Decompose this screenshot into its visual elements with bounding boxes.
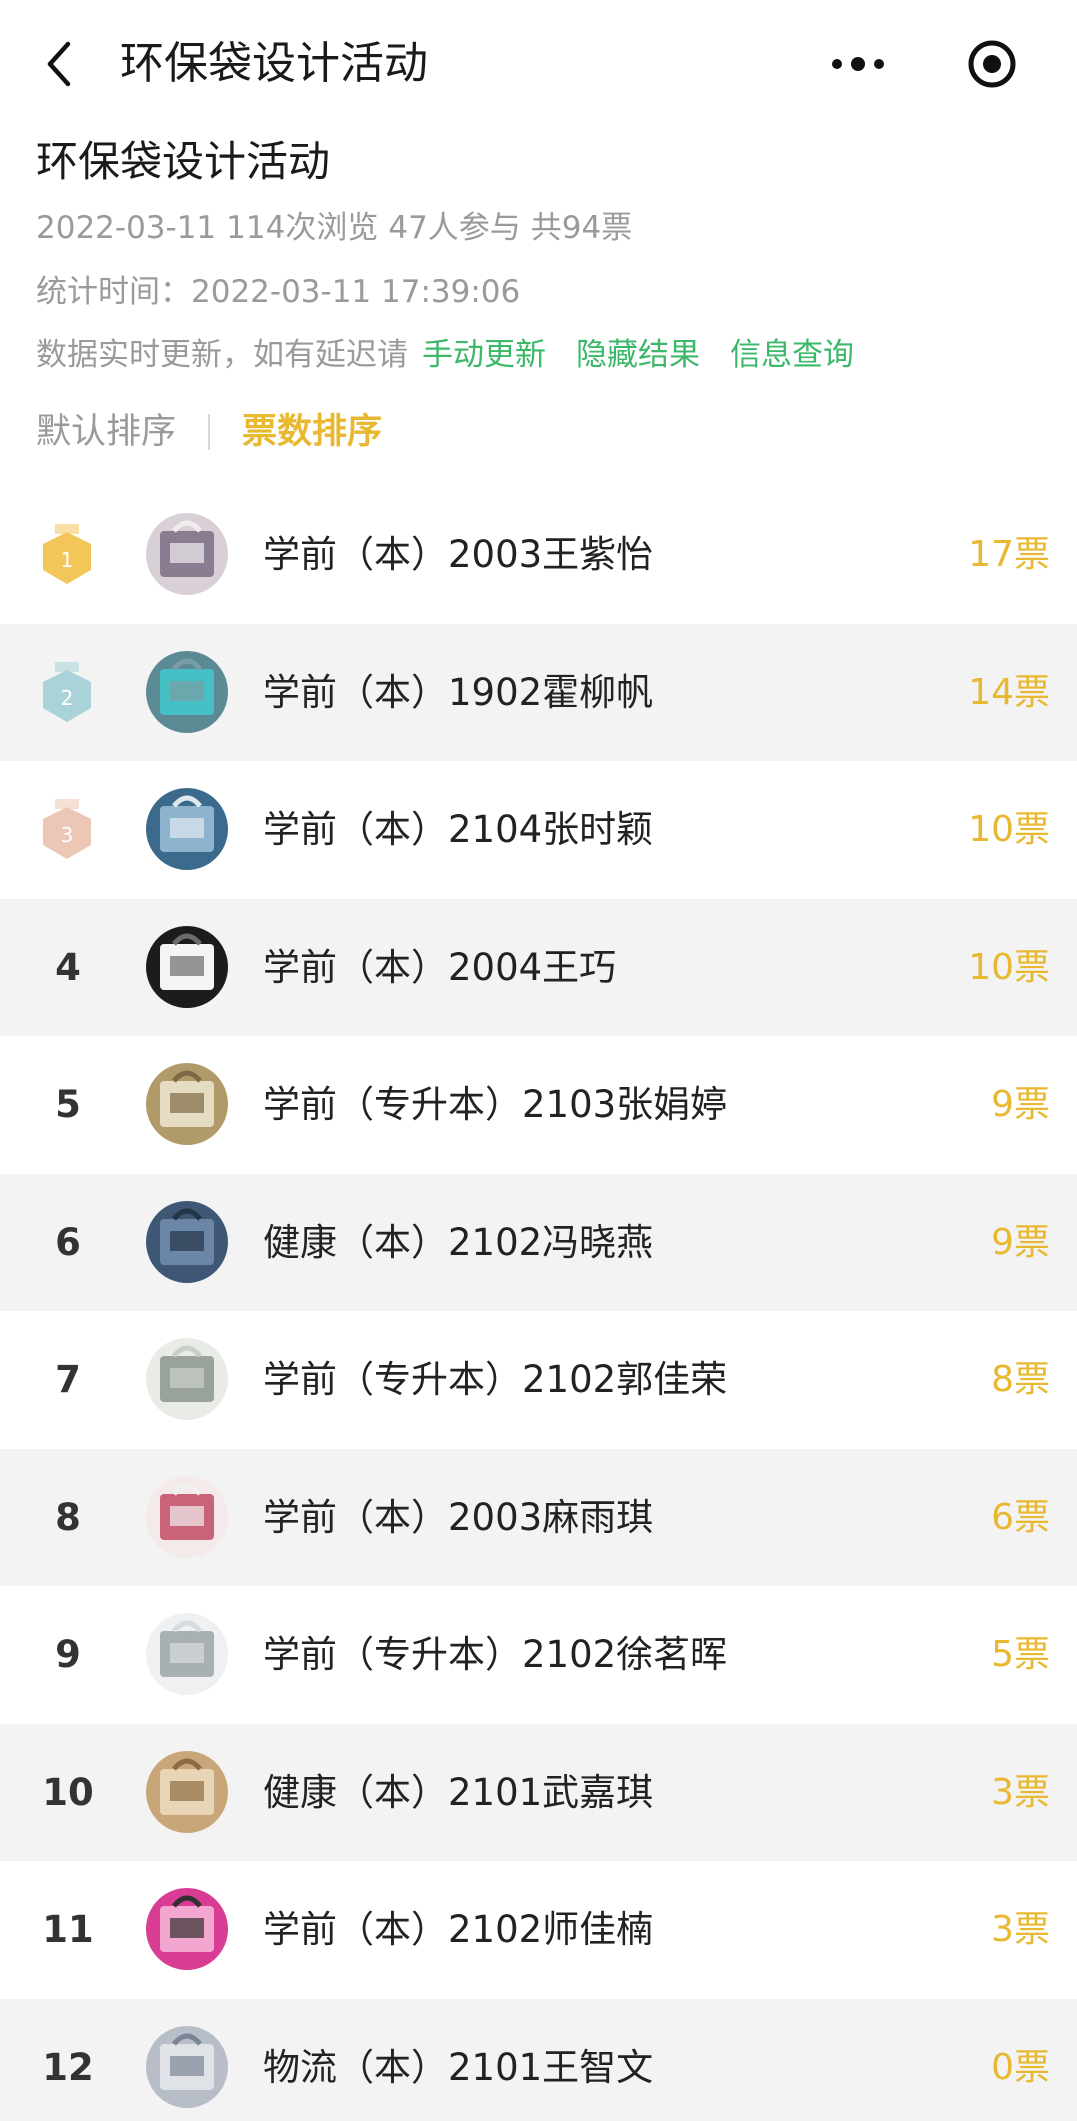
rank-number: 9 — [55, 1633, 81, 1676]
medal-rank-number: 1 — [61, 548, 74, 572]
avatar[interactable] — [146, 1475, 228, 1558]
vote-ranking-page: 环保袋设计活动 环保袋设计活动 2022-03-11 114次浏览 47人参与 共94… — [0, 0, 1077, 2121]
ranking-row[interactable]: 6 健康（本）2102冯晓燕 9票 — [0, 1173, 1077, 1311]
activity-stats: 2022-03-11 114次浏览 47人参与 共94票 — [36, 206, 642, 250]
participant-name: 健康（本）2102冯晓燕 — [263, 1220, 654, 1264]
participant-name: 学前（本）2003麻雨琪 — [263, 1495, 654, 1539]
rank-number: 6 — [55, 1220, 81, 1264]
participant-name: 物流（本）2101王智文 — [263, 2045, 654, 2089]
rank-number: 7 — [55, 1358, 81, 1401]
sort-divider — [208, 414, 211, 450]
ranking-list: 1 学前（本）2003王紫怡 17票 2 学前（本）1902霍柳帆 14票 3 学前（本）21… — [0, 486, 1077, 2121]
avatar[interactable] — [146, 788, 228, 870]
vote-count: 3票 — [991, 1771, 1050, 1813]
participant-name: 学前（本）2102师佳楠 — [263, 1908, 654, 1951]
avatar[interactable] — [146, 1750, 228, 1833]
view-count: 114次浏览 — [226, 210, 379, 246]
participant-name: 学前（本）2003王紫怡 — [263, 533, 654, 576]
ranking-row[interactable]: 1 学前（本）2003王紫怡 17票 — [0, 486, 1077, 624]
participant-name: 学前（专升本）2102郭佳荣 — [263, 1358, 728, 1401]
vote-count: 17票 — [968, 534, 1050, 575]
stat-time: 统计时间：2022-03-11 17:39:06 — [36, 274, 521, 310]
nav-title: 环保袋设计活动 — [120, 38, 428, 89]
avatar[interactable] — [146, 1613, 228, 1695]
target-circle-icon[interactable] — [966, 38, 1018, 90]
ranking-row[interactable]: 8 学前（本）2003麻雨琪 6票 — [0, 1448, 1077, 1586]
vote-count: 9票 — [991, 1084, 1050, 1125]
vote-count: 10票 — [968, 809, 1050, 850]
participant-count: 47人参与 — [388, 210, 521, 246]
notice-text: 数据实时更新，如有延迟请 — [36, 337, 408, 373]
ranking-row[interactable]: 5 学前（专升本）2103张娟婷 9票 — [0, 1036, 1077, 1174]
vote-count: 14票 — [968, 671, 1050, 713]
update-notice: 数据实时更新，如有延迟请 手动更新 隐藏结果 信息查询 — [36, 333, 870, 377]
ranking-row[interactable]: 7 学前（专升本）2102郭佳荣 8票 — [0, 1311, 1077, 1449]
ranking-row[interactable]: 11 学前（本）2102师佳楠 3票 — [0, 1861, 1077, 1999]
tab-votes-sort[interactable]: 票数排序 — [242, 405, 382, 459]
rank-number: 12 — [42, 2045, 94, 2089]
medal-rank-number: 3 — [61, 823, 74, 847]
activity-title: 环保袋设计活动 — [36, 137, 331, 186]
avatar[interactable] — [146, 1200, 228, 1283]
vote-count: 9票 — [991, 1221, 1050, 1263]
manual-refresh-link[interactable]: 手动更新 — [422, 337, 546, 373]
avatar[interactable] — [146, 1063, 228, 1145]
ranking-row[interactable]: 10 健康（本）2101武嘉琪 3票 — [0, 1723, 1077, 1861]
info-query-link[interactable]: 信息查询 — [730, 337, 854, 373]
ranking-row[interactable]: 2 学前（本）1902霍柳帆 14票 — [0, 623, 1077, 761]
vote-count: 0票 — [991, 2046, 1050, 2088]
back-chevron-icon[interactable] — [36, 36, 86, 92]
participant-name: 学前（本）2104张时颖 — [263, 808, 654, 851]
avatar[interactable] — [146, 2025, 228, 2108]
vote-count: 5票 — [991, 1634, 1050, 1675]
sort-tabs: 默认排序 票数排序 — [36, 405, 382, 459]
ranking-row[interactable]: 3 学前（本）2104张时颖 10票 — [0, 761, 1077, 899]
participant-name: 学前（专升本）2103张娟婷 — [263, 1083, 728, 1126]
rank-number: 8 — [55, 1495, 81, 1539]
vote-count: 8票 — [991, 1359, 1050, 1400]
avatar[interactable] — [146, 925, 228, 1008]
silver-medal-icon: 2 — [38, 660, 96, 726]
hide-results-link[interactable]: 隐藏结果 — [576, 337, 700, 373]
total-votes: 共94票 — [530, 210, 633, 246]
rank-number: 11 — [42, 1908, 94, 1951]
avatar[interactable] — [146, 650, 228, 733]
participant-name: 学前（本）1902霍柳帆 — [263, 670, 654, 714]
ranking-row[interactable]: 4 学前（本）2004王巧 10票 — [0, 898, 1077, 1036]
ranking-row[interactable]: 9 学前（专升本）2102徐茗晖 5票 — [0, 1586, 1077, 1724]
avatar[interactable] — [146, 513, 228, 595]
vote-count: 10票 — [968, 946, 1050, 988]
medal-rank-number: 2 — [61, 686, 74, 710]
ranking-row[interactable]: 12 物流（本）2101王智文 0票 — [0, 1998, 1077, 2121]
rank-number: 5 — [55, 1083, 81, 1126]
participant-name: 健康（本）2101武嘉琪 — [263, 1770, 654, 1814]
gold-medal-icon: 1 — [38, 522, 96, 588]
tab-default-sort[interactable]: 默认排序 — [36, 405, 176, 459]
vote-count: 6票 — [991, 1496, 1050, 1538]
avatar[interactable] — [146, 1888, 228, 1970]
bronze-medal-icon: 3 — [38, 797, 96, 863]
rank-number: 10 — [42, 1770, 94, 1814]
participant-name: 学前（专升本）2102徐茗晖 — [263, 1633, 728, 1676]
rank-number: 4 — [55, 945, 81, 989]
activity-date: 2022-03-11 — [36, 210, 217, 246]
more-dots-icon[interactable] — [828, 44, 888, 84]
vote-count: 3票 — [991, 1909, 1050, 1950]
nav-bar: 环保袋设计活动 — [0, 0, 1077, 128]
avatar[interactable] — [146, 1338, 228, 1420]
participant-name: 学前（本）2004王巧 — [263, 945, 617, 989]
